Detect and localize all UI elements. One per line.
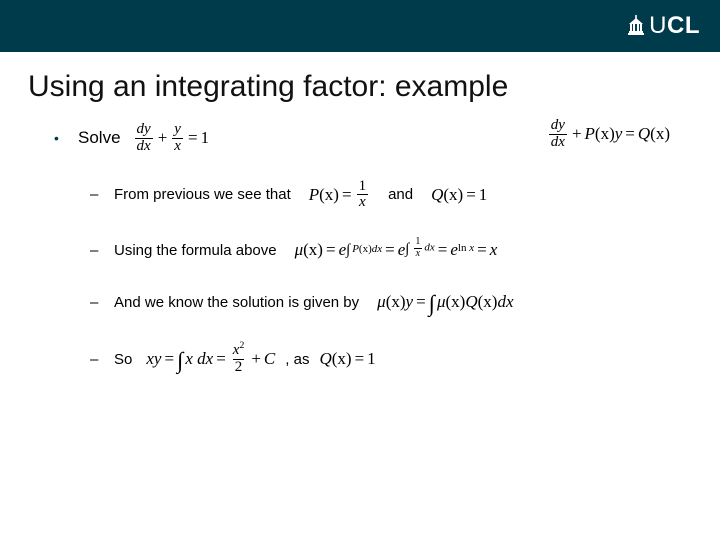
sub3-text: And we know the solution is given by [114,294,359,311]
sub4-text: So [114,351,132,368]
eq-main: dydx + yx = 1 [133,122,210,155]
comma-as: , as [285,351,309,368]
bullet-dot: • [54,131,66,145]
dash-icon: – [90,242,104,259]
slide-title: Using an integrating factor: example [28,70,720,104]
eq-generic: dydx + P(x)y = Q(x) [547,118,670,151]
header-bar: UCL [0,0,720,52]
dome-icon [627,15,645,37]
eq-q: Q(x) = 1 [431,185,487,205]
sub-solution: – And we know the solution is given by μ… [90,289,680,315]
dash-icon: – [90,294,104,311]
ucl-logo: UCL [627,12,700,40]
eq-p: P(x) = 1x [309,179,370,212]
logo-text: UCL [649,12,700,40]
sub-previous: – From previous we see that P(x) = 1x an… [90,179,680,212]
bullet-solve: • Solve dydx + yx = 1 dydx + P(x)y = Q(x… [54,122,680,155]
dash-icon: – [90,186,104,203]
sub2-text: Using the formula above [114,242,277,259]
dash-icon: – [90,351,104,368]
eq-solution: μ(x)y = ∫μ(x)Q(x)dx [377,289,513,315]
and-text: and [388,186,413,203]
eq-result: xy = ∫x dx = x22 + C [146,343,275,376]
slide-content: • Solve dydx + yx = 1 dydx + P(x)y = Q(x… [0,122,720,376]
sub-so: – So xy = ∫x dx = x22 + C , as Q(x) = 1 [90,343,680,376]
sub-formula: – Using the formula above μ(x) = e∫P(x)d… [90,239,680,261]
eq-mu: μ(x) = e∫P(x)dx = e∫1xdx = eln x = x [295,239,498,261]
bullet-label: Solve [78,128,121,148]
eq-q2: Q(x) = 1 [319,349,375,369]
sub1-text: From previous we see that [114,186,291,203]
